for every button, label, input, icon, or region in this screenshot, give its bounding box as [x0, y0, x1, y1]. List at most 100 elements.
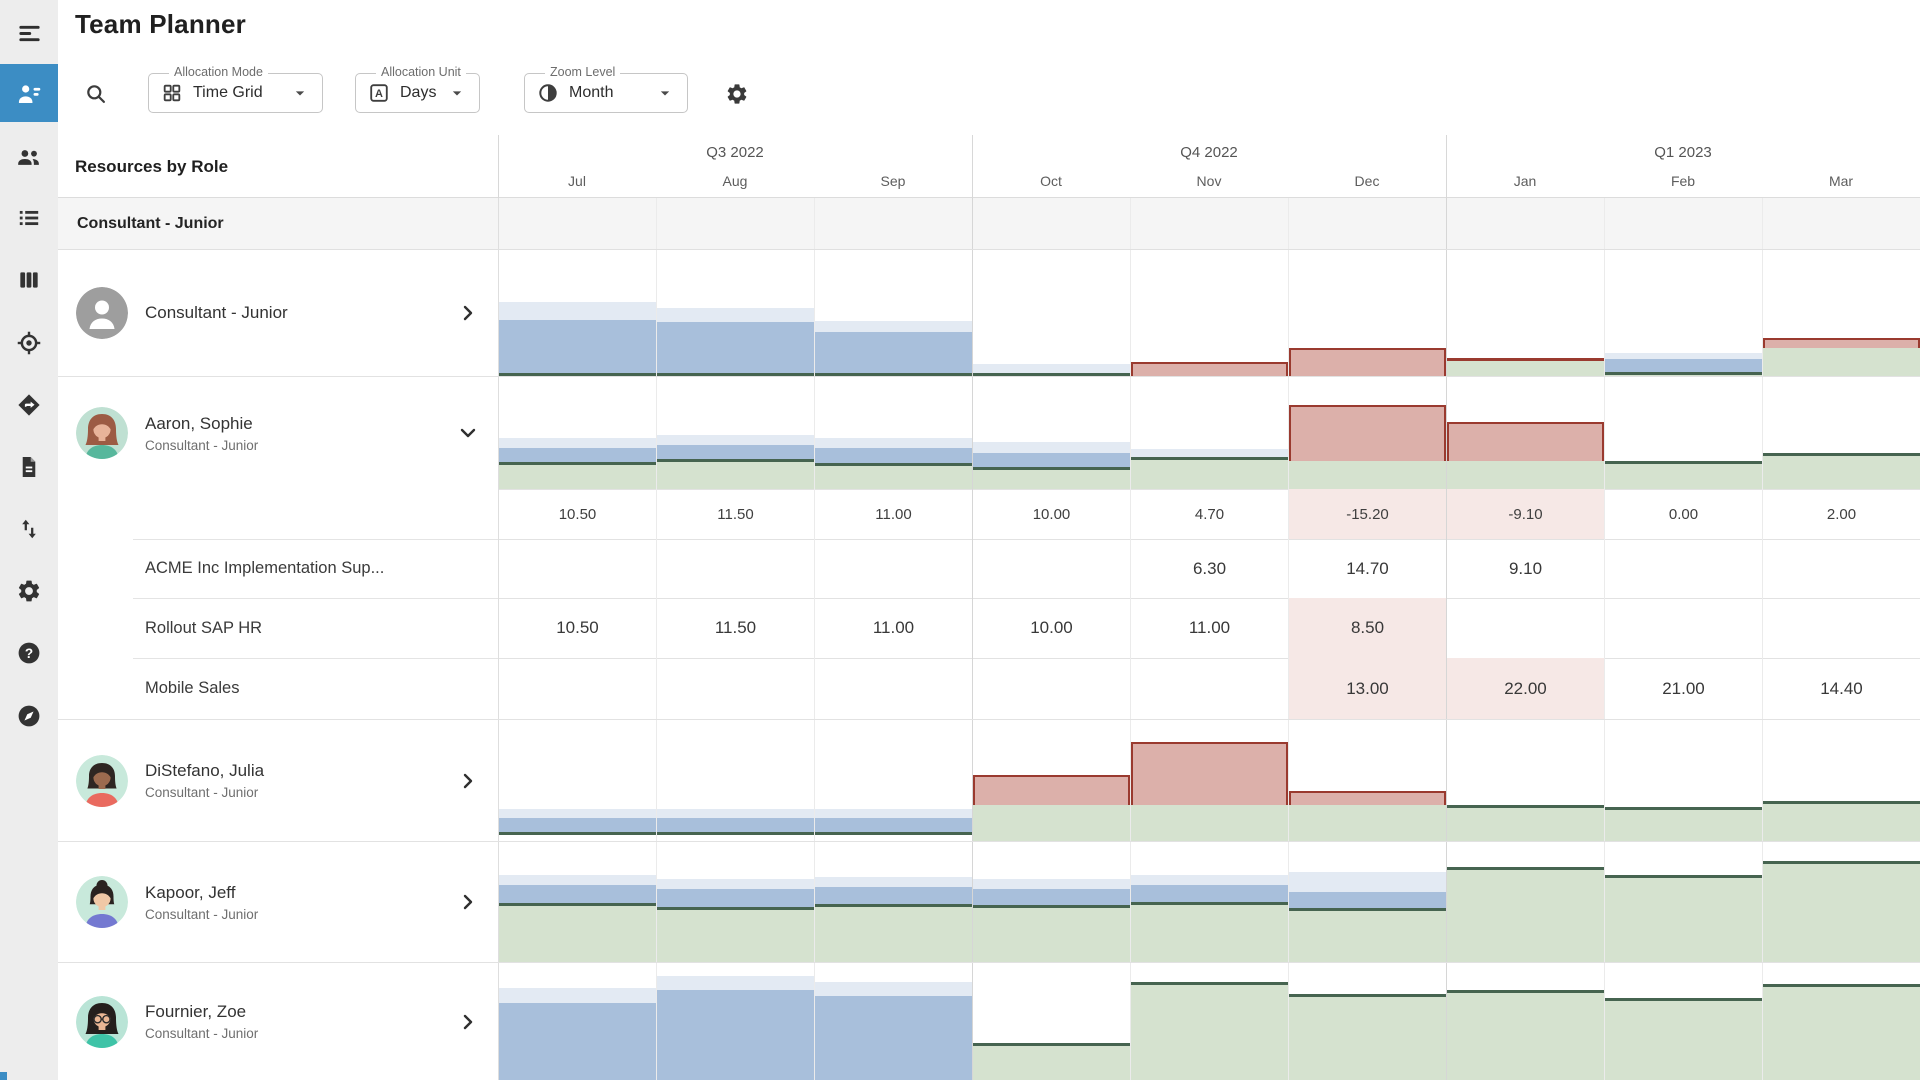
allocation-bar [815, 887, 972, 904]
grid-cell [1446, 250, 1604, 376]
grid-cell: 10.00 [972, 598, 1130, 658]
allocation-bar [973, 889, 1130, 905]
field-value: Time Grid [193, 84, 263, 101]
rail-item-columns[interactable] [0, 251, 58, 309]
overallocation-bar [1131, 362, 1288, 376]
gear-icon[interactable] [725, 82, 749, 106]
chevron-right-icon[interactable] [456, 1010, 480, 1034]
resource-row: Aaron, Sophie Consultant - Junior [58, 376, 1920, 490]
grid-cell [1762, 963, 1920, 1080]
grid-cell [814, 377, 972, 490]
overallocation-bar [973, 775, 1130, 805]
available-area [1763, 804, 1920, 842]
grid-cell [498, 842, 656, 963]
grid-cell [972, 842, 1130, 963]
directions-icon [16, 392, 42, 418]
capacity-bar [1131, 449, 1288, 457]
available-area [1289, 805, 1446, 842]
available-area [1763, 456, 1920, 490]
rail-cutoff-item [0, 1072, 7, 1080]
allocation-bar [657, 445, 814, 459]
grid-cell [656, 842, 814, 963]
rail-item-task-list[interactable] [0, 189, 58, 247]
caret-down-icon [290, 83, 310, 103]
caret-down-icon [655, 83, 675, 103]
group-header-label: Consultant - Junior [77, 214, 224, 232]
grid-cell: 11.00 [1130, 598, 1288, 658]
grid-cell [814, 198, 972, 249]
grid-cell [1762, 377, 1920, 490]
rail-item-menu[interactable] [0, 4, 58, 62]
chevron-right-icon[interactable] [456, 301, 480, 325]
assignment-label[interactable]: Mobile Sales [145, 658, 485, 719]
avatar [76, 995, 128, 1048]
available-area [1447, 808, 1604, 842]
search-icon[interactable] [84, 82, 108, 106]
team-planner-app: ? Team Planner Allocation Mode Time Grid A… [0, 0, 1920, 1080]
month-label: Feb [1670, 173, 1696, 189]
resource-name: Fournier, Zoe [145, 1002, 247, 1021]
grid-cell [498, 198, 656, 249]
caret-down-icon [447, 83, 467, 103]
available-line [815, 832, 972, 835]
grid-cell [1446, 963, 1604, 1080]
grid-cell [1130, 250, 1288, 376]
rail-item-settings[interactable] [0, 562, 58, 620]
rail-item-sort[interactable] [0, 500, 58, 558]
grid-cell [1762, 598, 1920, 658]
available-area [1447, 870, 1604, 963]
month-label: Jul [568, 173, 586, 189]
resource-card[interactable]: DiStefano, Julia Consultant - Junior [58, 720, 498, 841]
resource-card[interactable]: Kapoor, Jeff Consultant - Junior [58, 842, 498, 962]
rail-item-help[interactable]: ? [0, 624, 58, 682]
overallocation-bar [1289, 791, 1446, 805]
grid-cell [656, 963, 814, 1080]
rail-item-location[interactable] [0, 314, 58, 372]
rail-item-team-planner[interactable] [0, 64, 58, 122]
chevron-down-icon[interactable] [456, 421, 480, 445]
resource-role: Consultant - Junior [145, 1026, 259, 1041]
allocation-bar [815, 448, 972, 463]
rail-item-resources[interactable] [0, 128, 58, 186]
grid-cell [656, 377, 814, 490]
grid-cell [1604, 198, 1762, 249]
my-location-icon [16, 330, 42, 356]
available-area [1289, 911, 1446, 963]
rail-item-document[interactable] [0, 438, 58, 496]
chevron-right-icon[interactable] [456, 890, 480, 914]
available-line [499, 832, 656, 835]
available-area [1447, 993, 1604, 1080]
group-row: Consultant - Junior [58, 198, 1920, 250]
timeline-header: Resources by Role Q3 2022 Q4 2022 Q1 2023 J… [58, 135, 1920, 198]
resource-card[interactable]: Aaron, Sophie Consultant - Junior [58, 377, 498, 489]
field-zoom-level[interactable]: Zoom Level Month [524, 65, 688, 113]
capacity-bar [657, 976, 814, 990]
grid-cell [1762, 720, 1920, 842]
capacity-bar [973, 442, 1130, 453]
grid-cell [656, 658, 814, 719]
field-allocation-unit[interactable]: Allocation Unit A Days [355, 65, 480, 113]
chevron-right-icon[interactable] [456, 769, 480, 793]
allocation-bar [499, 885, 656, 903]
grid-cell [656, 198, 814, 249]
rail-item-directions[interactable] [0, 376, 58, 434]
grid-cell [972, 377, 1130, 490]
grid-cell [1288, 842, 1446, 963]
available-area [1289, 461, 1446, 490]
available-area [1605, 1001, 1762, 1080]
rail-item-explore[interactable] [0, 687, 58, 745]
resource-card[interactable]: Fournier, Zoe Consultant - Junior [58, 963, 498, 1080]
list-icon [16, 205, 42, 231]
field-allocation-mode[interactable]: Allocation Mode Time Grid [148, 65, 323, 113]
capacity-bar [973, 364, 1130, 373]
assignment-label[interactable]: ACME Inc Implementation Sup... [145, 539, 485, 598]
resource-card[interactable]: Consultant - Junior [58, 250, 498, 376]
grid-cell [1762, 539, 1920, 598]
grid-cell [1604, 598, 1762, 658]
grid-cell [814, 720, 972, 841]
grid-cell: 10.50 [498, 598, 656, 658]
allocation-bar [973, 453, 1130, 467]
allocation-bar [499, 1003, 656, 1080]
assignment-label[interactable]: Rollout SAP HR [145, 598, 485, 658]
overallocation-bar [1447, 422, 1604, 461]
